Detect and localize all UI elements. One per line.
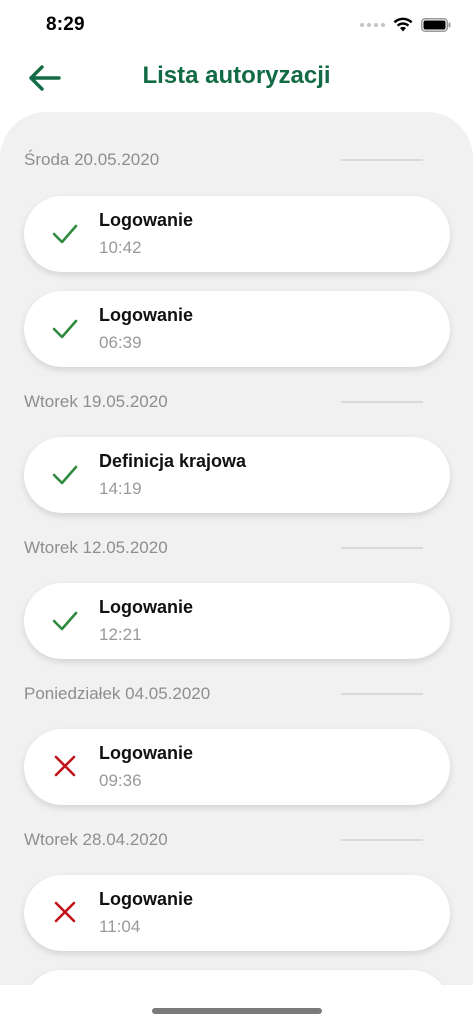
section-divider — [341, 401, 423, 403]
screen: 8:29 Lista autoryzacji Środa 20.05.2020 … — [0, 0, 473, 1024]
authorization-item[interactable]: Logowanie 06:39 — [24, 291, 450, 367]
item-time: 06:39 — [99, 333, 142, 352]
wifi-icon — [393, 17, 413, 32]
section-date: Wtorek 12.05.2020 — [24, 538, 168, 557]
item-title: Logowanie — [99, 889, 193, 909]
item-title: Logowanie — [99, 743, 193, 763]
battery-icon — [421, 17, 451, 32]
item-time: 12:21 — [99, 625, 142, 644]
section-divider — [341, 839, 423, 841]
page-title: Lista autoryzacji — [142, 62, 331, 89]
item-time: 09:36 — [99, 771, 142, 790]
item-time: 11:04 — [99, 917, 141, 936]
section-divider — [341, 693, 423, 695]
section-date: Wtorek 28.04.2020 — [24, 830, 168, 849]
authorization-item[interactable]: Logowanie 10:42 — [24, 196, 450, 272]
section-date: Poniedziałek 04.05.2020 — [24, 684, 211, 703]
authorization-item[interactable]: Logowanie 11:04 — [24, 875, 450, 951]
check-icon — [52, 319, 78, 339]
header: Lista autoryzacji — [0, 50, 473, 110]
section-divider — [341, 159, 423, 161]
section-header: Wtorek 28.04.2020 — [24, 829, 423, 851]
check-icon — [52, 465, 78, 485]
section-header: Wtorek 12.05.2020 — [24, 537, 423, 559]
check-icon — [52, 611, 78, 631]
section-header: Poniedziałek 04.05.2020 — [24, 683, 423, 705]
status-time: 8:29 — [46, 14, 85, 35]
home-indicator[interactable] — [152, 1008, 322, 1014]
item-title: Logowanie — [99, 597, 193, 617]
item-title: Logowanie — [99, 305, 193, 325]
section-date: Wtorek 19.05.2020 — [24, 392, 168, 411]
x-icon — [54, 755, 76, 777]
authorization-item[interactable]: Logowanie 09:36 — [24, 729, 450, 805]
item-time: 10:42 — [99, 238, 142, 257]
item-title: Definicja krajowa — [99, 451, 247, 471]
section-date: Środa 20.05.2020 — [24, 150, 160, 169]
signal-icon — [360, 22, 385, 27]
item-title: Logowanie — [99, 210, 193, 230]
status-bar: 8:29 — [0, 0, 473, 50]
section-divider — [341, 547, 423, 549]
section-header: Środa 20.05.2020 — [24, 149, 423, 171]
check-icon — [52, 224, 78, 244]
section-header: Wtorek 19.05.2020 — [24, 391, 423, 413]
bottom-bar — [0, 985, 473, 1024]
authorization-list[interactable]: Środa 20.05.2020 Logowanie 10:42 Logowan… — [0, 112, 473, 1024]
authorization-item[interactable]: Definicja krajowa 14:19 — [24, 437, 450, 513]
authorization-item[interactable]: Logowanie 12:21 — [24, 583, 450, 659]
item-time: 14:19 — [99, 479, 142, 498]
status-icons — [360, 17, 451, 32]
x-icon — [54, 901, 76, 923]
